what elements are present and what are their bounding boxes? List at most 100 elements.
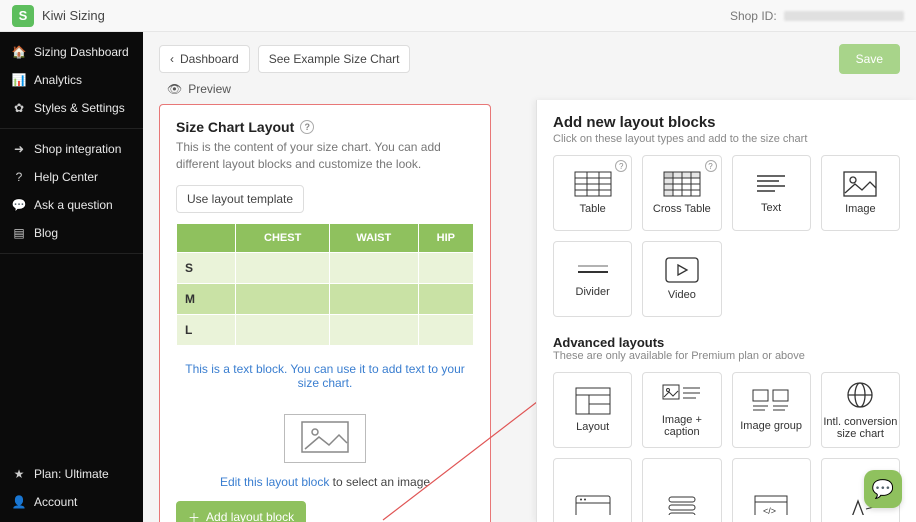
globe-icon: [845, 380, 875, 410]
help-icon: ?: [12, 170, 26, 184]
brand: S Kiwi Sizing: [12, 5, 105, 27]
sidebar-item-blog[interactable]: ▤ Blog: [0, 219, 143, 247]
help-icon[interactable]: ?: [615, 160, 627, 172]
sidebar-label: Blog: [34, 226, 58, 240]
chat-icon: 💬: [872, 479, 894, 500]
back-label: Dashboard: [180, 52, 239, 66]
block-table[interactable]: ? Table: [553, 155, 632, 231]
plus-icon: ＋: [188, 509, 200, 522]
image-block[interactable]: [176, 406, 474, 467]
layout-desc: This is the content of your size chart. …: [176, 139, 474, 173]
panel-title: Add new layout blocks: [553, 114, 900, 131]
sidebar-item-plan[interactable]: ★ Plan: Ultimate: [0, 460, 143, 488]
block-text[interactable]: Text: [732, 155, 811, 231]
block-layout[interactable]: Layout: [553, 372, 632, 448]
add-layout-block-button[interactable]: ＋ Add layout block: [176, 501, 306, 522]
image-caption-icon: [662, 382, 702, 408]
image-placeholder: [284, 414, 366, 463]
help-icon[interactable]: ?: [300, 120, 314, 134]
sidebar-item-ask[interactable]: 💬 Ask a question: [0, 191, 143, 219]
save-label: Save: [856, 52, 883, 66]
gear-icon: ✿: [12, 101, 26, 115]
back-button[interactable]: ‹ Dashboard: [159, 45, 250, 73]
cross-table-icon: [663, 171, 701, 197]
sidebar-label: Ask a question: [34, 198, 113, 212]
toolbar: ‹ Dashboard See Example Size Chart Save: [143, 32, 916, 82]
code-block-icon: </>: [754, 495, 788, 515]
bars-icon: 📊: [12, 73, 26, 87]
sidebar-item-styles[interactable]: ✿Styles & Settings: [0, 94, 143, 122]
preview-label: Preview: [188, 82, 231, 96]
table-header: HIP: [418, 223, 473, 252]
layout-card: Size Chart Layout? This is the content o…: [159, 104, 491, 522]
block-intl-conversion[interactable]: Intl. conversion size chart: [821, 372, 900, 448]
home-icon: 🏠: [12, 45, 26, 59]
chat-icon: 💬: [12, 198, 26, 212]
brand-name: Kiwi Sizing: [42, 8, 105, 23]
block-extra-2[interactable]: [642, 458, 721, 522]
block-extra-3[interactable]: </>: [732, 458, 811, 522]
text-icon: [755, 172, 787, 196]
eye-icon: 👁: [167, 82, 182, 96]
adv-title: Advanced layouts: [553, 335, 900, 350]
sidebar-item-account[interactable]: 👤Account: [0, 488, 143, 516]
block-extra-1[interactable]: [553, 458, 632, 522]
table-row: S: [177, 252, 474, 283]
block-image-group[interactable]: Image group: [732, 372, 811, 448]
block-cross-table[interactable]: ? Cross Table: [642, 155, 721, 231]
sidebar-label: Plan: Ultimate: [34, 467, 109, 481]
blog-icon: ▤: [12, 226, 26, 240]
arrow-icon: ➜: [12, 142, 26, 156]
size-table[interactable]: CHEST WAIST HIP S M L: [176, 223, 474, 346]
block-image[interactable]: Image: [821, 155, 900, 231]
example-label: See Example Size Chart: [269, 52, 400, 66]
table-icon: [574, 171, 612, 197]
sidebar-label: Account: [34, 495, 77, 509]
star-icon: ★: [12, 467, 26, 481]
image-icon: [843, 171, 877, 197]
edit-layout-link[interactable]: Edit this layout block: [220, 475, 329, 489]
divider-icon: [576, 260, 610, 280]
text-block[interactable]: This is a text block. You can use it to …: [176, 346, 474, 406]
use-template-button[interactable]: Use layout template: [176, 185, 304, 213]
sidebar-item-dashboard[interactable]: 🏠 Sizing Dashboard: [0, 38, 143, 66]
shop-id-label: Shop ID:: [730, 9, 777, 23]
shop-id: Shop ID:: [730, 9, 904, 23]
adv-block-grid: Layout Image + caption Image group Intl.…: [553, 372, 900, 522]
main: ‹ Dashboard See Example Size Chart Save 👁…: [143, 32, 916, 522]
sidebar-label: Help Center: [34, 170, 98, 184]
brand-logo: S: [12, 5, 34, 27]
example-button[interactable]: See Example Size Chart: [258, 45, 411, 73]
panel-sub: Click on these layout types and add to t…: [553, 133, 900, 145]
svg-text:</>: </>: [763, 506, 776, 515]
chevron-left-icon: ‹: [170, 52, 174, 66]
add-blocks-panel: Add new layout blocks Click on these lay…: [536, 100, 916, 522]
sidebar-item-help[interactable]: ? Help Center: [0, 163, 143, 191]
image-icon: [301, 421, 349, 453]
block-divider[interactable]: Divider: [553, 241, 632, 317]
browser-icon: [575, 495, 611, 515]
table-header: [177, 223, 236, 252]
stack-icon: [667, 495, 697, 515]
sidebar: 🏠 Sizing Dashboard 📊 Analytics ✿Styles & S…: [0, 32, 143, 522]
save-button[interactable]: Save: [839, 44, 900, 74]
block-video[interactable]: Video: [642, 241, 721, 317]
sidebar-label: Sizing Dashboard: [34, 45, 129, 59]
sidebar-label: Analytics: [34, 73, 82, 87]
video-icon: [665, 257, 699, 283]
sidebar-label: Shop integration: [34, 142, 121, 156]
image-group-icon: [751, 388, 791, 414]
table-header: WAIST: [330, 223, 419, 252]
shop-id-value: [784, 11, 904, 21]
layout-icon: [575, 387, 611, 415]
chat-widget[interactable]: 💬: [864, 470, 902, 508]
table-row: L: [177, 314, 474, 345]
block-image-caption[interactable]: Image + caption: [642, 372, 721, 448]
sidebar-item-analytics[interactable]: 📊 Analytics: [0, 66, 143, 94]
table-row: M: [177, 283, 474, 314]
adv-sub: These are only available for Premium pla…: [553, 350, 900, 362]
sidebar-item-integration[interactable]: ➜ Shop integration: [0, 135, 143, 163]
table-header: CHEST: [236, 223, 330, 252]
layout-title: Size Chart Layout?: [176, 119, 474, 135]
help-icon[interactable]: ?: [705, 160, 717, 172]
